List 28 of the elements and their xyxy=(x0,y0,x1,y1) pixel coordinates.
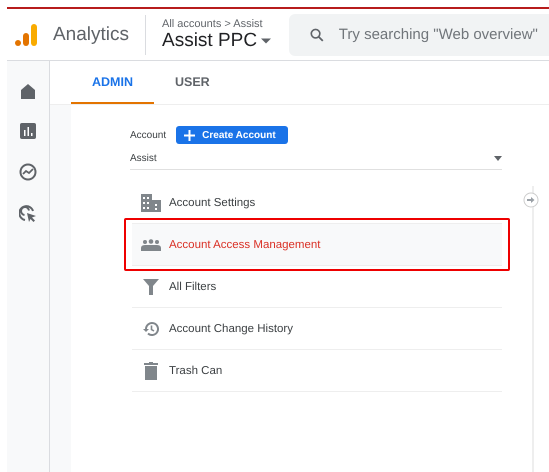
bar-chart-icon[interactable] xyxy=(20,123,36,139)
history-icon xyxy=(142,320,158,336)
people-icon xyxy=(140,238,160,250)
property-selector[interactable]: Assist PPC xyxy=(162,30,274,52)
trash-icon xyxy=(144,362,158,380)
plus-icon xyxy=(184,130,196,140)
admin-menu-item[interactable]: All Filters xyxy=(132,266,502,308)
account-label: Account xyxy=(130,130,166,140)
search-field[interactable]: Try searching "Web overview" xyxy=(338,26,549,43)
home-icon[interactable] xyxy=(20,83,36,99)
create-account-button[interactable]: Create Account xyxy=(176,126,288,144)
building-icon xyxy=(140,194,160,212)
caret-icon xyxy=(494,156,502,161)
search-icon xyxy=(309,26,325,44)
chart-circle-icon[interactable] xyxy=(19,163,37,181)
arrow-circle-icon[interactable] xyxy=(523,192,539,208)
breadcrumb[interactable]: All accounts > Assist xyxy=(162,18,274,30)
tab[interactable]: USER xyxy=(154,61,231,104)
caret-icon xyxy=(261,38,272,44)
analytics-logo-icon xyxy=(15,24,37,46)
admin-menu-item[interactable]: Account Change History xyxy=(132,308,502,350)
search-bar[interactable]: Try searching "Web overview" xyxy=(289,14,549,56)
admin-menu-item[interactable]: Account Access Management xyxy=(132,224,502,266)
account-dropdown[interactable]: Assist xyxy=(130,150,502,170)
funnel-icon xyxy=(142,278,158,294)
target-cursor-icon[interactable] xyxy=(19,205,37,223)
admin-menu-item[interactable]: Trash Can xyxy=(132,350,502,392)
app-name: Analytics xyxy=(53,14,146,54)
